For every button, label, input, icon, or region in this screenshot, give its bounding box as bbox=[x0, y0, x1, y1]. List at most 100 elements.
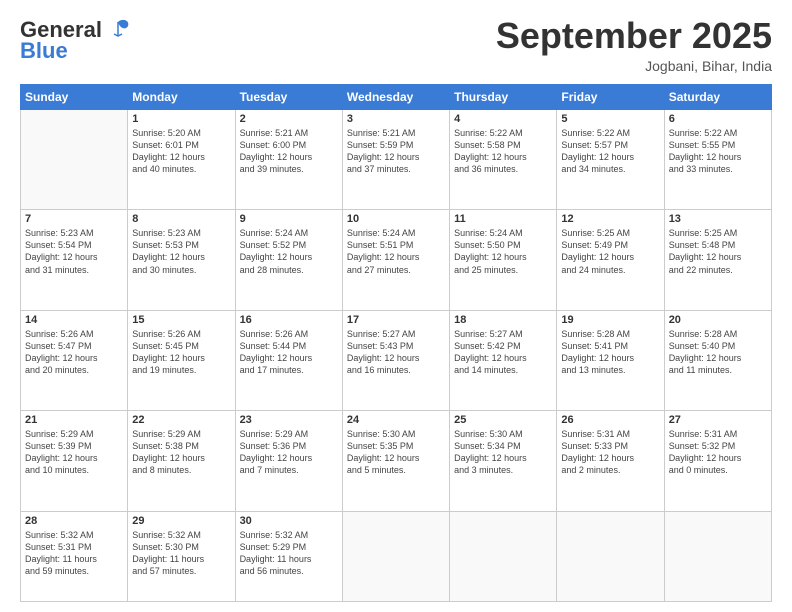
day-number: 29 bbox=[132, 515, 230, 527]
logo-bird-icon bbox=[104, 16, 132, 44]
day-number: 23 bbox=[240, 414, 338, 426]
table-row: 22Sunrise: 5:29 AMSunset: 5:38 PMDayligh… bbox=[128, 411, 235, 511]
logo: General Blue bbox=[20, 16, 132, 64]
col-tuesday: Tuesday bbox=[235, 84, 342, 109]
table-row: 27 Sunrise: 5:31 AMSunset: 5:32 PMDayligh… bbox=[664, 411, 771, 511]
table-row bbox=[450, 511, 557, 601]
day-number: 28 bbox=[25, 515, 123, 527]
day-info: Sunrise: 5:26 AMSunset: 5:47 PMDaylight:… bbox=[25, 328, 123, 377]
day-info: Sunrise: 5:24 AMSunset: 5:51 PMDaylight:… bbox=[347, 227, 445, 276]
table-row: 30 Sunrise: 5:32 AMSunset: 5:29 PMDayligh… bbox=[235, 511, 342, 601]
day-number: 13 bbox=[669, 213, 767, 225]
table-row: 7 Sunrise: 5:23 AMSunset: 5:54 PMDaylight… bbox=[21, 210, 128, 310]
day-info: Sunrise: 5:22 AMSunset: 5:57 PMDaylight:… bbox=[561, 127, 659, 176]
day-info: Sunrise: 5:30 AMSunset: 5:35 PMDaylight:… bbox=[347, 428, 445, 477]
location: Jogbani, Bihar, India bbox=[496, 58, 772, 74]
day-number: 7 bbox=[25, 213, 123, 225]
day-info: Sunrise: 5:28 AMSunset: 5:41 PMDaylight:… bbox=[561, 328, 659, 377]
table-row: 18Sunrise: 5:27 AMSunset: 5:42 PMDayligh… bbox=[450, 310, 557, 410]
day-number: 24 bbox=[347, 414, 445, 426]
table-row: 23 Sunrise: 5:29 AMSunset: 5:36 PMDayligh… bbox=[235, 411, 342, 511]
day-info: Sunrise: 5:22 AMSunset: 5:58 PMDaylight:… bbox=[454, 127, 552, 176]
table-row: 10 Sunrise: 5:24 AMSunset: 5:51 PMDayligh… bbox=[342, 210, 449, 310]
day-number: 14 bbox=[25, 314, 123, 326]
day-number: 2 bbox=[240, 113, 338, 125]
day-info: Sunrise: 5:31 AMSunset: 5:32 PMDaylight:… bbox=[669, 428, 767, 477]
table-row: 13 Sunrise: 5:25 AMSunset: 5:48 PMDayligh… bbox=[664, 210, 771, 310]
day-info: Sunrise: 5:32 AMSunset: 5:29 PMDaylight:… bbox=[240, 529, 338, 578]
table-row: 29 Sunrise: 5:32 AMSunset: 5:30 PMDayligh… bbox=[128, 511, 235, 601]
day-number: 4 bbox=[454, 113, 552, 125]
day-info: Sunrise: 5:27 AMSunset: 5:43 PMDaylight:… bbox=[347, 328, 445, 377]
table-row: 25Sunrise: 5:30 AMSunset: 5:34 PMDayligh… bbox=[450, 411, 557, 511]
table-row: 26 Sunrise: 5:31 AMSunset: 5:33 PMDayligh… bbox=[557, 411, 664, 511]
table-row bbox=[557, 511, 664, 601]
col-friday: Friday bbox=[557, 84, 664, 109]
table-row: 4 Sunrise: 5:22 AMSunset: 5:58 PMDaylight… bbox=[450, 109, 557, 209]
page: General Blue September 2025 Jogbani, Bih… bbox=[0, 0, 792, 612]
col-thursday: Thursday bbox=[450, 84, 557, 109]
day-info: Sunrise: 5:32 AMSunset: 5:31 PMDaylight:… bbox=[25, 529, 123, 578]
day-number: 1 bbox=[132, 113, 230, 125]
month-title: September 2025 bbox=[496, 16, 772, 56]
day-info: Sunrise: 5:21 AMSunset: 6:00 PMDaylight:… bbox=[240, 127, 338, 176]
day-number: 12 bbox=[561, 213, 659, 225]
day-number: 20 bbox=[669, 314, 767, 326]
table-row: 14 Sunrise: 5:26 AMSunset: 5:47 PMDayligh… bbox=[21, 310, 128, 410]
day-info: Sunrise: 5:25 AMSunset: 5:49 PMDaylight:… bbox=[561, 227, 659, 276]
table-row: 12 Sunrise: 5:25 AMSunset: 5:49 PMDayligh… bbox=[557, 210, 664, 310]
day-info: Sunrise: 5:24 AMSunset: 5:52 PMDaylight:… bbox=[240, 227, 338, 276]
day-number: 8 bbox=[132, 213, 230, 225]
table-row: 2 Sunrise: 5:21 AMSunset: 6:00 PMDaylight… bbox=[235, 109, 342, 209]
table-row: 11Sunrise: 5:24 AMSunset: 5:50 PMDayligh… bbox=[450, 210, 557, 310]
day-number: 17 bbox=[347, 314, 445, 326]
table-row: 21 Sunrise: 5:29 AMSunset: 5:39 PMDayligh… bbox=[21, 411, 128, 511]
day-info: Sunrise: 5:28 AMSunset: 5:40 PMDaylight:… bbox=[669, 328, 767, 377]
table-row: 3Sunrise: 5:21 AMSunset: 5:59 PMDaylight… bbox=[342, 109, 449, 209]
day-number: 5 bbox=[561, 113, 659, 125]
day-number: 16 bbox=[240, 314, 338, 326]
calendar-table: Sunday Monday Tuesday Wednesday Thursday… bbox=[20, 84, 772, 602]
day-number: 9 bbox=[240, 213, 338, 225]
day-number: 10 bbox=[347, 213, 445, 225]
day-info: Sunrise: 5:29 AMSunset: 5:36 PMDaylight:… bbox=[240, 428, 338, 477]
col-sunday: Sunday bbox=[21, 84, 128, 109]
day-number: 27 bbox=[669, 414, 767, 426]
header: General Blue September 2025 Jogbani, Bih… bbox=[20, 16, 772, 74]
day-info: Sunrise: 5:23 AMSunset: 5:53 PMDaylight:… bbox=[132, 227, 230, 276]
day-info: Sunrise: 5:23 AMSunset: 5:54 PMDaylight:… bbox=[25, 227, 123, 276]
day-number: 21 bbox=[25, 414, 123, 426]
day-number: 3 bbox=[347, 113, 445, 125]
day-number: 6 bbox=[669, 113, 767, 125]
day-number: 15 bbox=[132, 314, 230, 326]
day-number: 30 bbox=[240, 515, 338, 527]
table-row: 17 Sunrise: 5:27 AMSunset: 5:43 PMDayligh… bbox=[342, 310, 449, 410]
day-info: Sunrise: 5:32 AMSunset: 5:30 PMDaylight:… bbox=[132, 529, 230, 578]
col-monday: Monday bbox=[128, 84, 235, 109]
day-info: Sunrise: 5:26 AMSunset: 5:45 PMDaylight:… bbox=[132, 328, 230, 377]
table-row: 8 Sunrise: 5:23 AMSunset: 5:53 PMDaylight… bbox=[128, 210, 235, 310]
col-wednesday: Wednesday bbox=[342, 84, 449, 109]
day-info: Sunrise: 5:31 AMSunset: 5:33 PMDaylight:… bbox=[561, 428, 659, 477]
calendar-header-row: Sunday Monday Tuesday Wednesday Thursday… bbox=[21, 84, 772, 109]
title-block: September 2025 Jogbani, Bihar, India bbox=[496, 16, 772, 74]
day-info: Sunrise: 5:20 AMSunset: 6:01 PMDaylight:… bbox=[132, 127, 230, 176]
day-info: Sunrise: 5:25 AMSunset: 5:48 PMDaylight:… bbox=[669, 227, 767, 276]
day-info: Sunrise: 5:29 AMSunset: 5:39 PMDaylight:… bbox=[25, 428, 123, 477]
day-number: 22 bbox=[132, 414, 230, 426]
table-row bbox=[342, 511, 449, 601]
table-row: 28 Sunrise: 5:32 AMSunset: 5:31 PMDayligh… bbox=[21, 511, 128, 601]
day-number: 26 bbox=[561, 414, 659, 426]
table-row: 15 Sunrise: 5:26 AMSunset: 5:45 PMDayligh… bbox=[128, 310, 235, 410]
table-row: 9 Sunrise: 5:24 AMSunset: 5:52 PMDaylight… bbox=[235, 210, 342, 310]
col-saturday: Saturday bbox=[664, 84, 771, 109]
table-row: 6Sunrise: 5:22 AMSunset: 5:55 PMDaylight… bbox=[664, 109, 771, 209]
day-info: Sunrise: 5:24 AMSunset: 5:50 PMDaylight:… bbox=[454, 227, 552, 276]
day-number: 25 bbox=[454, 414, 552, 426]
day-number: 18 bbox=[454, 314, 552, 326]
logo-blue: Blue bbox=[20, 38, 68, 64]
day-number: 19 bbox=[561, 314, 659, 326]
table-row: 1 Sunrise: 5:20 AMSunset: 6:01 PMDaylight… bbox=[128, 109, 235, 209]
table-row: 5 Sunrise: 5:22 AMSunset: 5:57 PMDaylight… bbox=[557, 109, 664, 209]
table-row: 20 Sunrise: 5:28 AMSunset: 5:40 PMDayligh… bbox=[664, 310, 771, 410]
